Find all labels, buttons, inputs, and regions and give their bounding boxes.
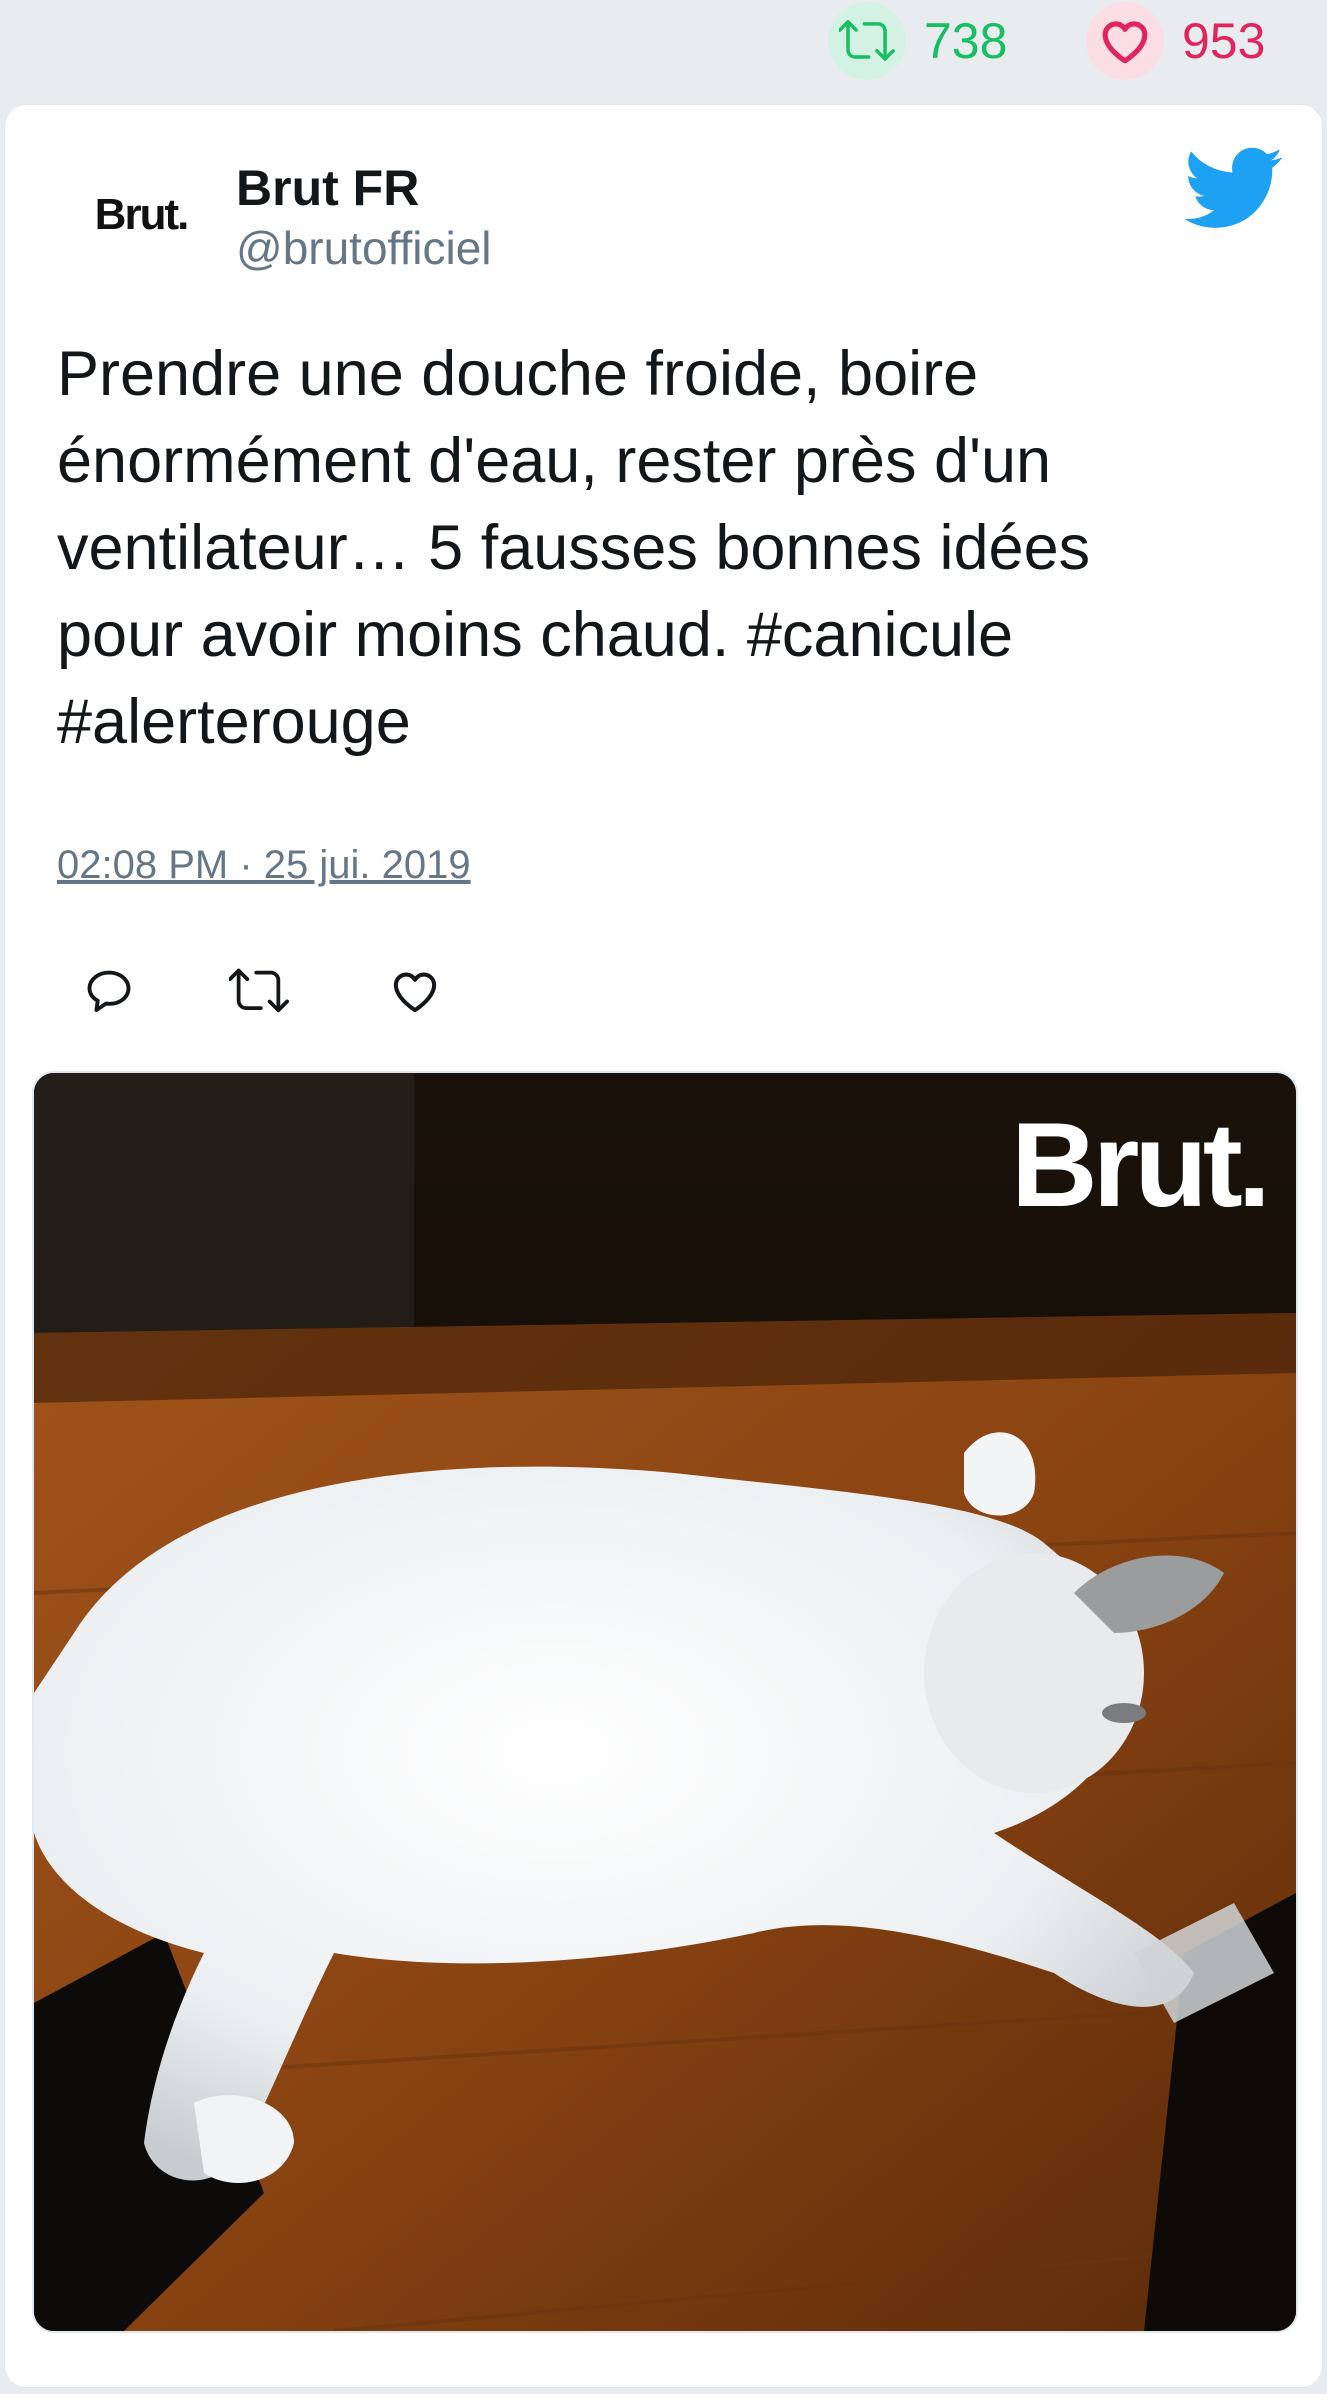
tweet-media-image[interactable]: Brut. xyxy=(32,1071,1298,2333)
tweet-card: Brut. Brut FR @brutofficiel Prendre une … xyxy=(4,104,1323,2388)
like-count: 953 xyxy=(1182,13,1266,69)
like-stat[interactable]: 953 xyxy=(1086,0,1265,82)
tweet-text: Prendre une douche froide, boire énormém… xyxy=(57,339,1091,757)
retweet-stat[interactable]: 738 xyxy=(828,0,1007,82)
author-handle[interactable]: @brutofficiel xyxy=(236,223,492,274)
retweet-icon[interactable] xyxy=(828,2,906,80)
media-watermark: Brut. xyxy=(1011,1098,1271,1232)
author-name[interactable]: Brut FR xyxy=(236,161,419,216)
retweet-count: 738 xyxy=(924,13,1008,69)
retweet-icon[interactable] xyxy=(223,955,295,1027)
heart-icon[interactable] xyxy=(1086,2,1164,80)
avatar-logo-text: Brut. xyxy=(94,190,190,239)
cat-photo xyxy=(34,1073,1296,2331)
engagement-stats: 738 953 xyxy=(0,0,1327,100)
tweet-timestamp[interactable]: 02:08 PM · 25 jui. 2019 xyxy=(57,843,471,888)
twitter-bird-icon[interactable] xyxy=(1184,147,1284,231)
heart-icon[interactable] xyxy=(379,955,451,1027)
avatar[interactable]: Brut. xyxy=(45,155,237,275)
reply-icon[interactable] xyxy=(73,955,145,1027)
